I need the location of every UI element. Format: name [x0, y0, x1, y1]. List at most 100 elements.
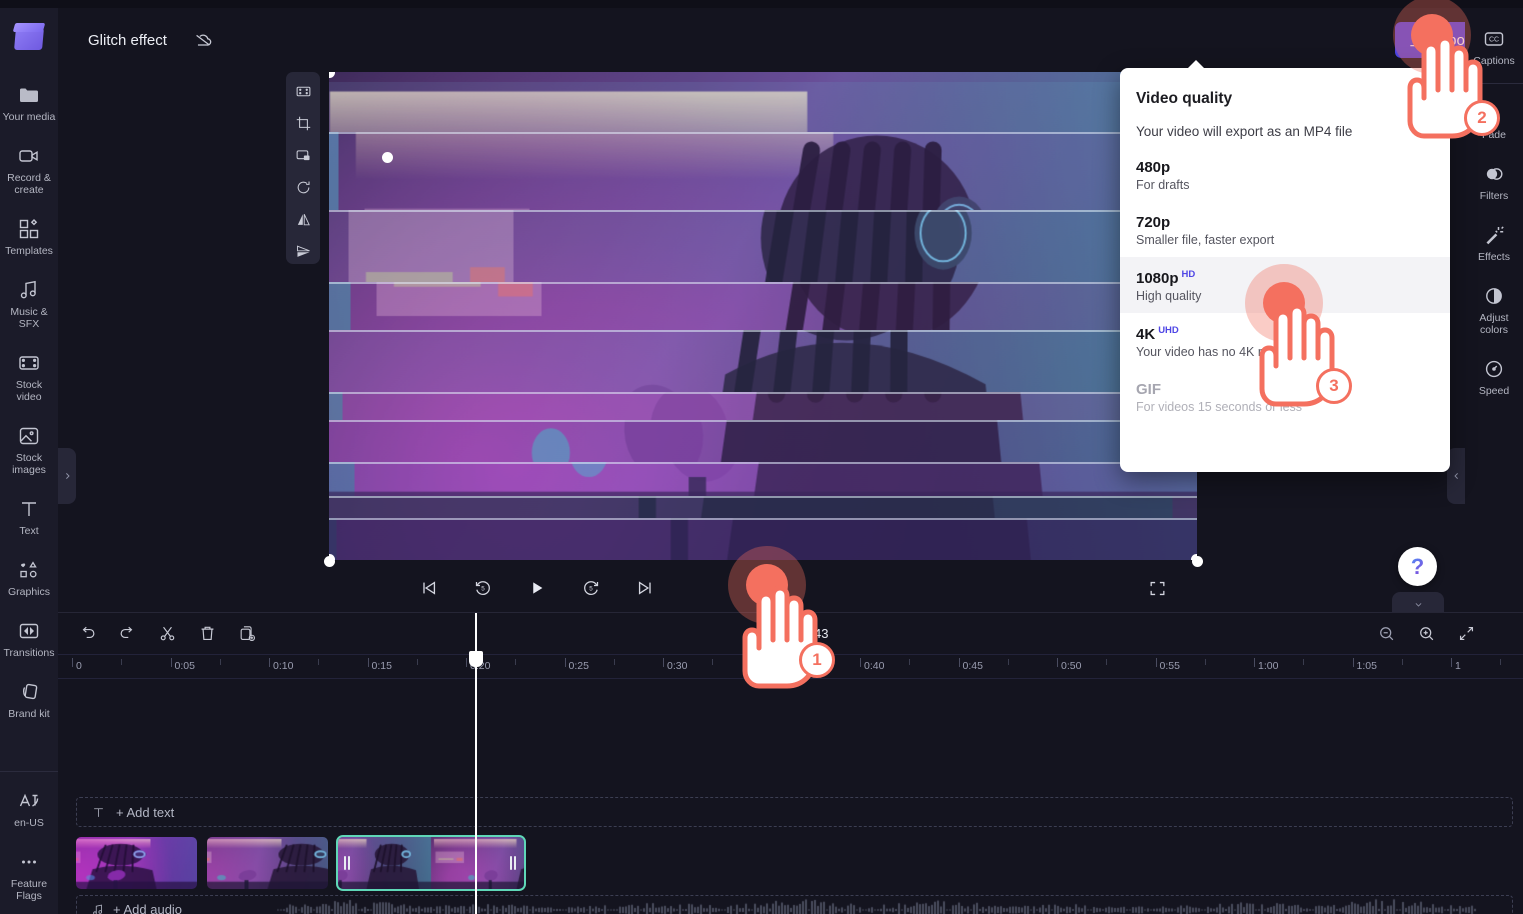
- audio-track[interactable]: + Add audio: [76, 895, 1513, 914]
- svg-text:5: 5: [589, 586, 593, 593]
- scissors-icon[interactable]: [154, 621, 180, 647]
- sidebar-item-language[interactable]: en-US: [0, 780, 58, 835]
- flip-horizontal-icon[interactable]: [290, 206, 316, 232]
- playhead[interactable]: [475, 613, 477, 914]
- trash-icon[interactable]: [194, 621, 220, 647]
- right-item-adjust-colors[interactable]: Adjust colors: [1465, 275, 1523, 342]
- svg-text:5: 5: [481, 586, 485, 593]
- forward-5-icon[interactable]: 5: [577, 574, 605, 602]
- sidebar-item-transitions[interactable]: Transitions: [0, 610, 58, 665]
- right-item-filters[interactable]: Filters: [1465, 153, 1523, 208]
- sidebar-item-stock-video[interactable]: Stock video: [0, 342, 58, 409]
- zoom-in-icon[interactable]: [1413, 621, 1439, 647]
- upload-icon: [1407, 31, 1423, 48]
- shapes-icon: [2, 557, 56, 583]
- sidebar-item-feature-flags[interactable]: Feature Flags: [0, 841, 58, 908]
- dropdown-subtitle: Your video will export as an MP4 file: [1120, 108, 1450, 139]
- right-divider: [1465, 83, 1523, 84]
- fit-frame-icon[interactable]: [290, 78, 316, 104]
- undo-icon[interactable]: [74, 621, 100, 647]
- transitions-icon: [2, 618, 56, 644]
- right-item-label: Captions: [1467, 55, 1521, 67]
- image-icon: [2, 423, 56, 449]
- sidebar-item-music-sfx[interactable]: Music & SFX: [0, 269, 58, 336]
- ruler-minor-tick: [515, 659, 516, 665]
- collapse-left-panel-button[interactable]: [58, 448, 76, 504]
- sidebar-item-your-media[interactable]: Your media: [0, 74, 58, 129]
- quality-option-gif: GIF For videos 15 seconds or less: [1120, 369, 1450, 424]
- quality-badge-hd: HD: [1182, 269, 1196, 280]
- ruler-minor-tick: [811, 659, 812, 665]
- right-item-effects[interactable]: Effects: [1465, 214, 1523, 269]
- folder-icon: [2, 82, 56, 108]
- fullscreen-icon[interactable]: [1143, 574, 1171, 602]
- duplicate-icon[interactable]: [234, 621, 260, 647]
- quality-option-480p[interactable]: 480p For drafts: [1120, 147, 1450, 202]
- rotate-icon[interactable]: [290, 174, 316, 200]
- cloud-off-icon[interactable]: [187, 25, 219, 55]
- sidebar-item-graphics[interactable]: Graphics: [0, 549, 58, 604]
- timecode-display: 00:17 / 00:43: [58, 626, 1523, 641]
- crop-icon[interactable]: [290, 110, 316, 136]
- right-item-fade[interactable]: Fade: [1465, 92, 1523, 147]
- video-camera-icon: [2, 143, 56, 169]
- text-track[interactable]: + Add text: [76, 797, 1513, 827]
- skip-to-start-icon[interactable]: [415, 574, 443, 602]
- right-item-label: Adjust colors: [1467, 312, 1521, 336]
- fade-icon: [1467, 100, 1521, 126]
- right-item-speed[interactable]: Speed: [1465, 348, 1523, 403]
- play-button[interactable]: [523, 574, 551, 602]
- flip-vertical-icon[interactable]: [290, 238, 316, 264]
- export-quality-dropdown: Video quality Your video will export as …: [1120, 68, 1450, 472]
- sidebar-item-label: Feature Flags: [2, 878, 56, 902]
- right-item-label: Effects: [1467, 251, 1521, 263]
- ruler-label: 0:25: [565, 660, 589, 672]
- quality-option-4k[interactable]: 4K UHD Your video has no 4K media: [1120, 313, 1450, 369]
- preview-tool-strip: [286, 72, 320, 264]
- video-preview[interactable]: [329, 72, 1197, 560]
- playhead-knob[interactable]: [469, 651, 483, 667]
- chevron-down-icon: [1412, 598, 1425, 610]
- sidebar-item-brand-kit[interactable]: Brand kit: [0, 671, 58, 726]
- redo-icon[interactable]: [114, 621, 140, 647]
- ruler-label: 0: [72, 660, 82, 672]
- right-item-captions[interactable]: CC Captions: [1465, 18, 1523, 73]
- sidebar-item-stock-images[interactable]: Stock images: [0, 415, 58, 482]
- quality-option-720p[interactable]: 720p Smaller file, faster export: [1120, 202, 1450, 257]
- sidebar-item-record-create[interactable]: Record & create: [0, 135, 58, 202]
- timeline-toolbar: 00:17 / 00:43: [58, 613, 1523, 655]
- clip-trim-handle-right[interactable]: [510, 855, 518, 871]
- fit-timeline-icon[interactable]: [1453, 621, 1479, 647]
- help-button[interactable]: ?: [1398, 547, 1437, 586]
- timeline-clip-1[interactable]: [76, 837, 197, 889]
- quality-label: GIF: [1136, 381, 1161, 398]
- add-text-label: + Add text: [116, 805, 174, 820]
- ruler-label: 0:10: [269, 660, 293, 672]
- ruler-label: 0:50: [1057, 660, 1081, 672]
- resize-handle-bottom-left-outer[interactable]: [324, 556, 335, 567]
- sidebar-item-label: Brand kit: [2, 708, 56, 720]
- quality-option-1080p[interactable]: 1080p HD High quality: [1120, 257, 1450, 313]
- sidebar-item-templates[interactable]: Templates: [0, 208, 58, 263]
- sidebar-item-label: Music & SFX: [2, 306, 56, 330]
- project-title[interactable]: Glitch effect: [76, 26, 179, 55]
- sidebar-item-text[interactable]: Text: [0, 488, 58, 543]
- timeline-clip-3-selected[interactable]: [338, 837, 524, 889]
- language-icon: [2, 788, 56, 814]
- music-note-icon: [2, 277, 56, 303]
- filters-icon: [1467, 161, 1521, 187]
- skip-to-end-icon[interactable]: [631, 574, 659, 602]
- rewind-5-icon[interactable]: 5: [469, 574, 497, 602]
- pip-icon[interactable]: [290, 142, 316, 168]
- clip-trim-handle-left[interactable]: [344, 855, 352, 871]
- resize-handle-bottom-right-outer[interactable]: [1192, 556, 1203, 567]
- ruler-minor-tick: [121, 659, 122, 665]
- resize-handle-top-left-outer[interactable]: [382, 152, 393, 163]
- zoom-out-icon[interactable]: [1373, 621, 1399, 647]
- film-strip-icon: [2, 350, 56, 376]
- quality-badge-uhd: UHD: [1158, 325, 1179, 336]
- ruler-label: 0:15: [368, 660, 392, 672]
- timeline-clip-2[interactable]: [207, 837, 328, 889]
- timeline-ruler[interactable]: 00:050:100:150:200:250:300:350:400:450:5…: [58, 655, 1523, 679]
- dropdown-title: Video quality: [1120, 90, 1450, 108]
